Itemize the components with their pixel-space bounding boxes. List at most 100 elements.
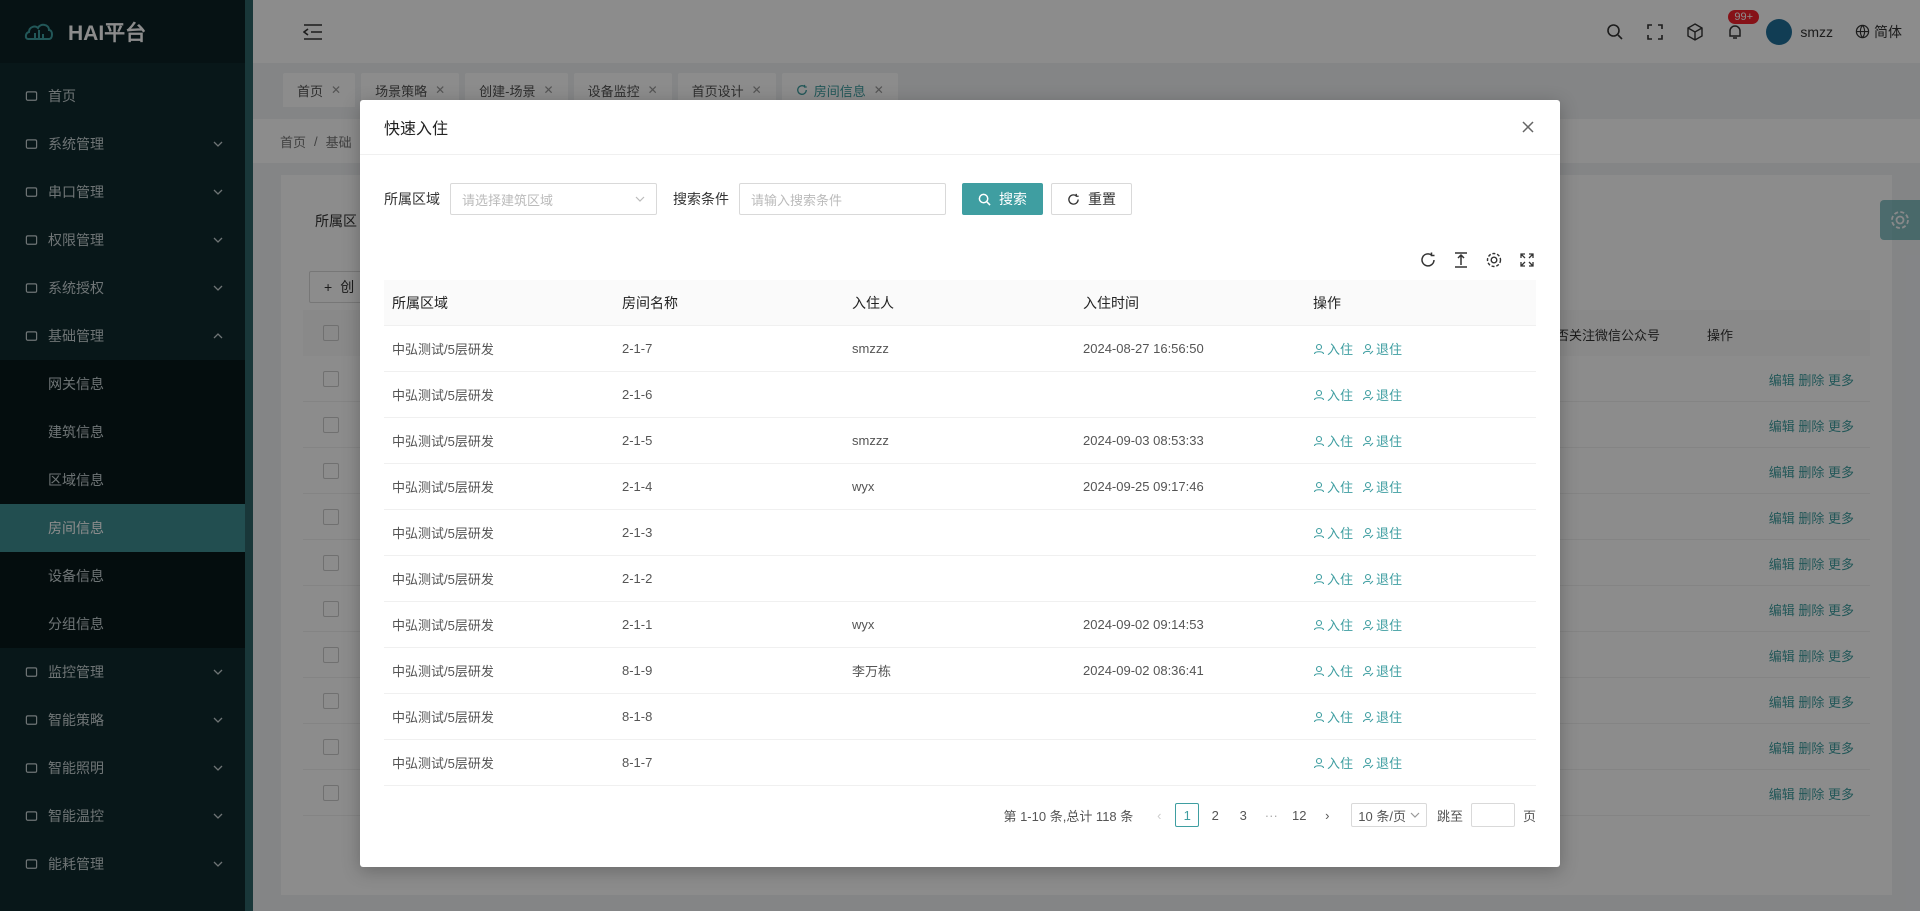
- checkout-link[interactable]: 退住: [1362, 523, 1402, 542]
- table-row: 中弘测试/5层研发 8-1-7 入住 退住: [384, 740, 1536, 786]
- checkin-link[interactable]: 入住: [1313, 431, 1353, 450]
- checkout-link[interactable]: 退住: [1362, 661, 1402, 680]
- cell-actions: 入住 退住: [1305, 372, 1536, 417]
- cell-person: [844, 556, 1075, 601]
- user-leave-icon: [1362, 757, 1374, 768]
- checkin-link[interactable]: 入住: [1313, 707, 1353, 726]
- col-room: 房间名称: [622, 294, 678, 311]
- setting-icon[interactable]: [1485, 251, 1503, 269]
- fullscreen-icon[interactable]: [1518, 251, 1536, 269]
- table-row: 中弘测试/5层研发 8-1-8 入住 退住: [384, 694, 1536, 740]
- user-leave-icon: [1362, 343, 1374, 354]
- room-table: 所属区域 房间名称 入住人 入住时间 操作 中弘测试/5层研发 2-1-7 smzz…: [384, 280, 1536, 786]
- checkout-link[interactable]: 退住: [1362, 477, 1402, 496]
- col-person: 入住人: [852, 294, 894, 311]
- cell-actions: 入住 退住: [1305, 740, 1536, 785]
- checkout-link[interactable]: 退住: [1362, 339, 1402, 358]
- user-leave-icon: [1362, 711, 1374, 722]
- cell-room: 8-1-7: [622, 755, 653, 770]
- cell-time: 2024-08-27 16:56:50: [1083, 341, 1204, 356]
- cell-person: [844, 372, 1075, 417]
- checkout-link[interactable]: 退住: [1362, 385, 1402, 404]
- checkin-link[interactable]: 入住: [1313, 385, 1353, 404]
- page-last[interactable]: 12: [1287, 803, 1311, 827]
- close-icon[interactable]: [1520, 119, 1536, 135]
- checkout-link[interactable]: 退住: [1362, 707, 1402, 726]
- search-icon: [978, 193, 991, 206]
- area-label: 所属区域: [384, 191, 440, 207]
- table-header: 所属区域 房间名称 入住人 入住时间 操作: [384, 280, 1536, 326]
- col-time: 入住时间: [1083, 294, 1139, 311]
- page-size-select[interactable]: 10 条/页: [1351, 803, 1427, 827]
- reload-icon: [1068, 193, 1079, 205]
- checkout-link[interactable]: 退住: [1362, 753, 1402, 772]
- checkout-link[interactable]: 退住: [1362, 615, 1402, 634]
- reset-button[interactable]: 重置: [1051, 183, 1132, 215]
- cell-room: 2-1-5: [622, 433, 653, 448]
- condition-input[interactable]: 请输入搜索条件: [739, 183, 946, 215]
- pagination: 第 1-10 条,总计 118 条 ‹ 1 2 3 ··· 12 › 10 条/…: [1003, 803, 1536, 827]
- checkin-link[interactable]: 入住: [1313, 339, 1353, 358]
- cell-person: 李万栋: [852, 664, 892, 679]
- checkin-link[interactable]: 入住: [1313, 569, 1353, 588]
- cell-actions: 入住 退住: [1305, 556, 1536, 601]
- pagination-summary: 第 1-10 条,总计 118 条: [1003, 808, 1134, 824]
- checkin-link[interactable]: 入住: [1313, 615, 1353, 634]
- cell-area: 中弘测试/5层研发: [392, 572, 494, 587]
- jump-input[interactable]: [1470, 803, 1515, 827]
- table-row: 中弘测试/5层研发 8-1-9 李万栋 2024-09-02 08:36:41 入住 退住: [384, 648, 1536, 694]
- checkout-link[interactable]: 退住: [1362, 569, 1402, 588]
- condition-label: 搜索条件: [673, 191, 729, 207]
- cell-time: 2024-09-02 09:14:53: [1083, 617, 1204, 632]
- condition-placeholder: 请输入搜索条件: [751, 192, 843, 208]
- cell-room: 2-1-4: [622, 479, 653, 494]
- cell-time: [1075, 372, 1305, 417]
- column-height-icon[interactable]: [1452, 251, 1470, 269]
- checkin-link[interactable]: 入住: [1313, 753, 1353, 772]
- cell-room: 8-1-8: [622, 709, 653, 724]
- checkin-link[interactable]: 入住: [1313, 477, 1353, 496]
- cell-room: 2-1-1: [622, 617, 653, 632]
- cell-person: [844, 694, 1075, 739]
- page-3[interactable]: 3: [1231, 803, 1255, 827]
- page-ellipsis[interactable]: ···: [1259, 803, 1283, 827]
- user-icon: [1313, 711, 1325, 722]
- search-button[interactable]: 搜索: [962, 183, 1043, 215]
- cell-area: 中弘测试/5层研发: [392, 388, 494, 403]
- col-area: 所属区域: [392, 294, 448, 311]
- page-1[interactable]: 1: [1175, 803, 1200, 827]
- cell-person: [844, 740, 1075, 785]
- user-leave-icon: [1362, 435, 1374, 446]
- area-select[interactable]: 请选择建筑区域: [450, 183, 657, 215]
- cell-area: 中弘测试/5层研发: [392, 526, 494, 541]
- user-leave-icon: [1362, 665, 1374, 676]
- reload-icon[interactable]: [1419, 251, 1437, 269]
- checkin-link[interactable]: 入住: [1313, 523, 1353, 542]
- chevron-down-icon: [635, 196, 645, 202]
- cell-area: 中弘测试/5层研发: [392, 710, 494, 725]
- user-leave-icon: [1362, 573, 1374, 584]
- user-icon: [1313, 389, 1325, 400]
- table-row: 中弘测试/5层研发 2-1-5 smzzz 2024-09-03 08:53:33 入住…: [384, 418, 1536, 464]
- jump-label: 跳至: [1436, 808, 1463, 824]
- cell-time: [1075, 556, 1305, 601]
- next-page-icon[interactable]: ›: [1315, 803, 1339, 827]
- cell-time: [1075, 510, 1305, 555]
- table-row: 中弘测试/5层研发 2-1-4 wyx 2024-09-25 09:17:46 入住 退住: [384, 464, 1536, 510]
- search-form: 所属区域 请选择建筑区域 搜索条件 请输入搜索条件 搜索 重置: [384, 183, 1140, 215]
- cell-actions: 入住 退住: [1305, 418, 1536, 463]
- cell-time: 2024-09-02 08:36:41: [1083, 663, 1204, 678]
- cell-person: smzzz: [852, 433, 889, 448]
- checkout-link[interactable]: 退住: [1362, 431, 1402, 450]
- page-suffix: 页: [1522, 808, 1536, 824]
- cell-room: 8-1-9: [622, 663, 653, 678]
- user-icon: [1313, 343, 1325, 354]
- user-icon: [1313, 573, 1325, 584]
- prev-page-icon[interactable]: ‹: [1147, 803, 1171, 827]
- cell-area: 中弘测试/5层研发: [392, 480, 494, 495]
- table-row: 中弘测试/5层研发 2-1-3 入住 退住: [384, 510, 1536, 556]
- cell-room: 2-1-7: [622, 341, 653, 356]
- table-toolbar: [1404, 251, 1536, 269]
- checkin-link[interactable]: 入住: [1313, 661, 1353, 680]
- page-2[interactable]: 2: [1203, 803, 1227, 827]
